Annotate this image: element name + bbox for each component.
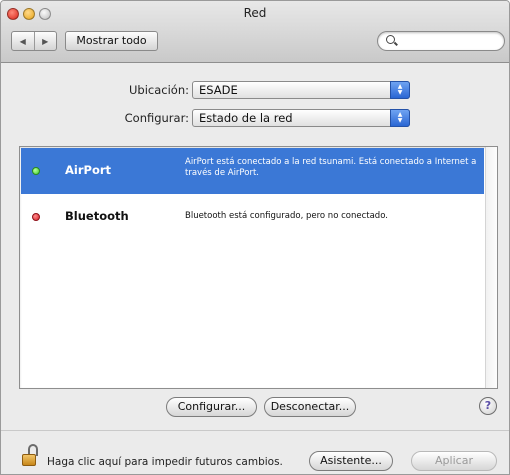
location-value: ESADE	[199, 83, 238, 97]
disconnect-button[interactable]: Desconectar...	[264, 397, 356, 417]
configure-value: Estado de la red	[199, 111, 293, 125]
location-label: Ubicación:	[129, 83, 189, 97]
lock-body	[22, 454, 36, 466]
service-name: AirPort	[65, 163, 112, 177]
service-row-bluetooth[interactable]: Bluetooth Bluetooth está configurado, pe…	[21, 194, 484, 240]
search-icon	[386, 35, 395, 44]
back-forward-buttons: ◀ ▶	[11, 31, 57, 51]
lock-icon[interactable]	[22, 444, 40, 466]
network-preferences-window: Red ◀ ▶ Mostrar todo Ubicación: ESADE ▲ ▼…	[0, 0, 510, 475]
service-description: Bluetooth está configurado, pero no cone…	[185, 211, 388, 221]
search-input[interactable]	[400, 33, 498, 49]
popup-arrows-icon: ▲ ▼	[390, 81, 410, 99]
lock-hint-text: Haga clic aquí para impedir futuros camb…	[47, 456, 283, 468]
assistant-button[interactable]: Asistente...	[309, 451, 393, 471]
service-description: AirPort está conectado a la red tsunami.…	[185, 157, 477, 178]
forward-arrow-icon[interactable]: ▶	[33, 32, 57, 50]
configure-popup[interactable]: Estado de la red ▲ ▼	[192, 109, 410, 127]
window-title: Red	[243, 6, 267, 20]
title-bar: Red ◀ ▶ Mostrar todo	[1, 1, 509, 63]
configure-button[interactable]: Configurar...	[166, 397, 257, 417]
apply-button[interactable]: Aplicar	[411, 451, 497, 471]
service-name: Bluetooth	[65, 209, 129, 223]
service-row-airport[interactable]: AirPort AirPort está conectado a la red …	[21, 148, 484, 194]
footer-divider	[1, 430, 509, 431]
list-scrollbar[interactable]	[485, 147, 497, 388]
location-popup[interactable]: ESADE ▲ ▼	[192, 81, 410, 99]
back-arrow-icon[interactable]: ◀	[12, 32, 34, 50]
network-services-list: AirPort AirPort está conectado a la red …	[19, 146, 498, 389]
search-field[interactable]	[377, 31, 505, 51]
show-all-button[interactable]: Mostrar todo	[65, 31, 158, 51]
configure-label: Configurar:	[124, 111, 189, 125]
help-button[interactable]: ?	[479, 397, 497, 415]
status-red-icon	[32, 213, 40, 221]
popup-arrows-icon: ▲ ▼	[390, 109, 410, 127]
status-green-icon	[32, 167, 40, 175]
